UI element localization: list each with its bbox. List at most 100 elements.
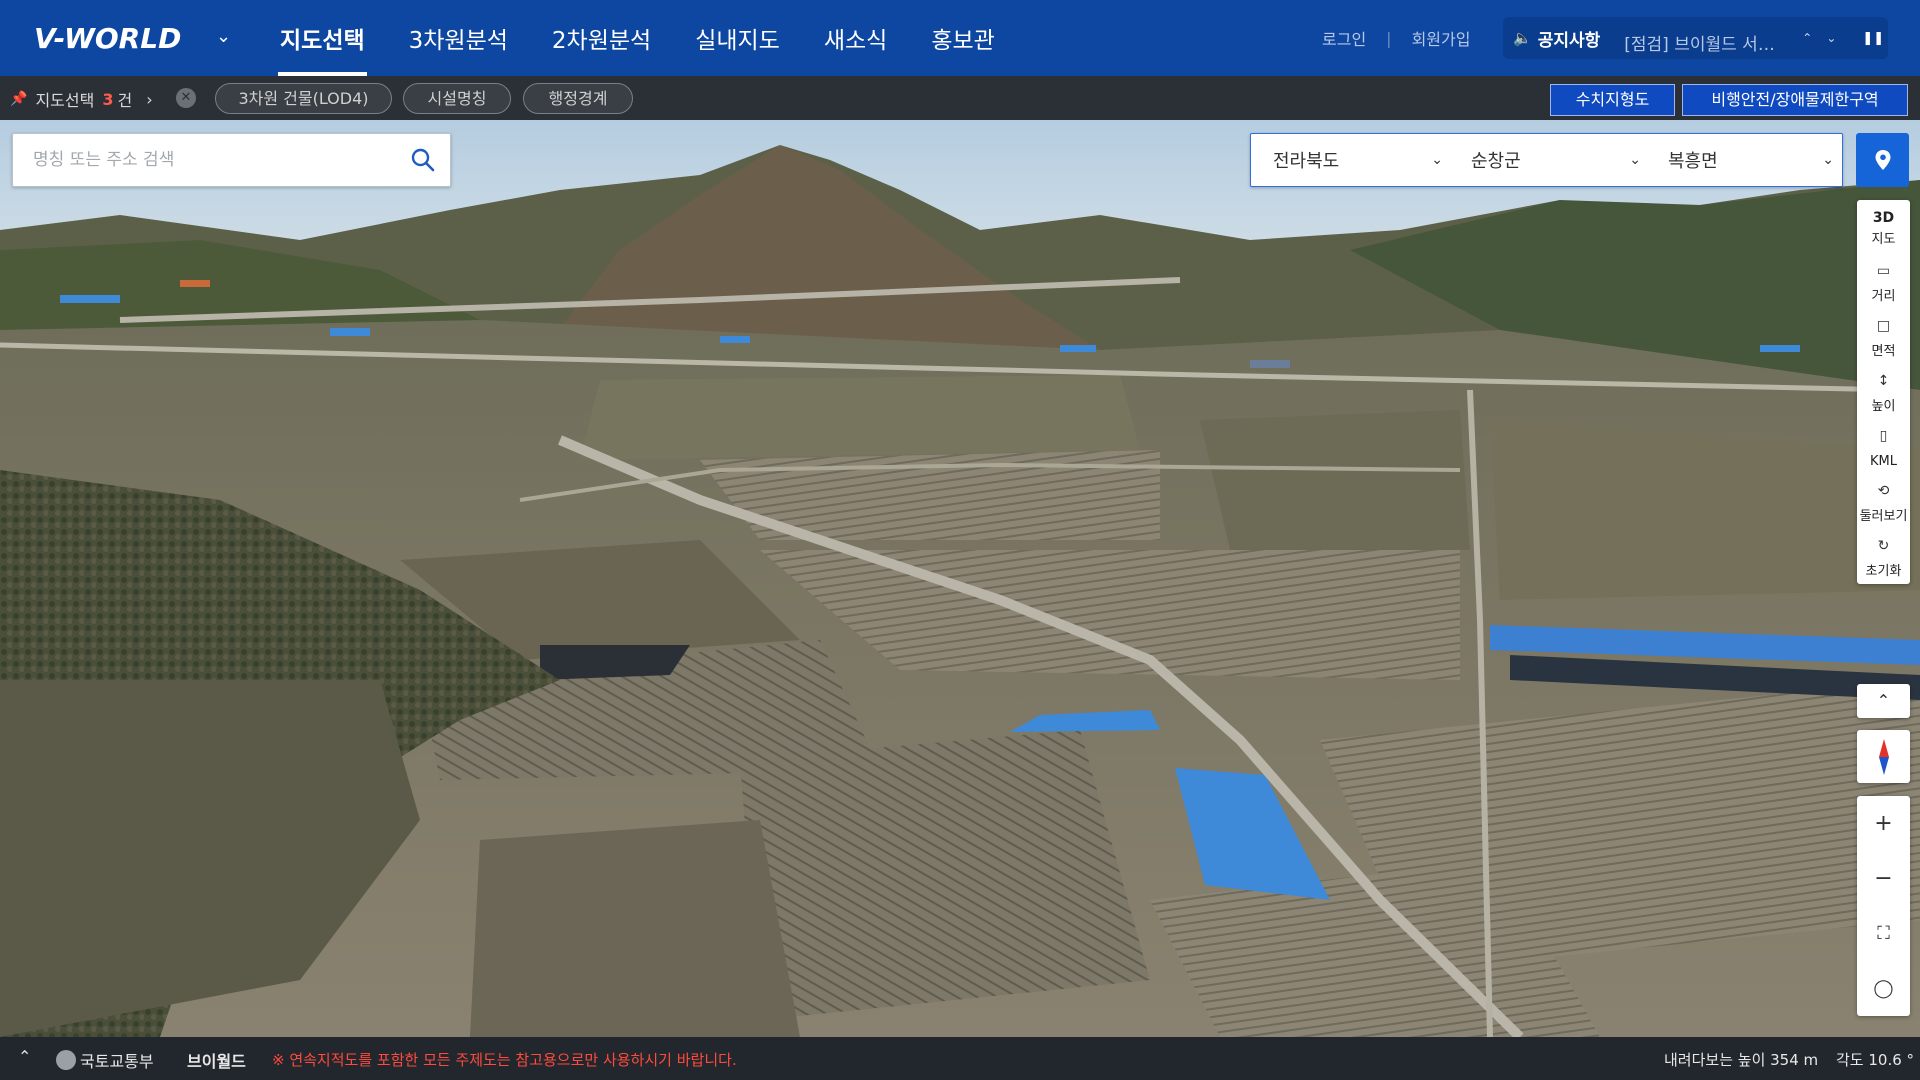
field-plot xyxy=(1200,410,1470,550)
tool-reset[interactable]: ↻ 초기화 xyxy=(1857,530,1910,585)
search-input[interactable] xyxy=(33,134,393,186)
vworld-logo[interactable]: V-WORLD xyxy=(34,22,181,55)
village-roof xyxy=(1760,345,1800,352)
tool-distance[interactable]: ▭ 거리 xyxy=(1857,255,1910,310)
chevron-down-icon: ⌄ xyxy=(1822,152,1834,168)
map-viewport[interactable] xyxy=(0,120,1920,1037)
height-icon: ↕ xyxy=(1877,373,1890,389)
town-value: 복흥면 xyxy=(1668,151,1718,172)
tool-height[interactable]: ↕ 높이 xyxy=(1857,365,1910,420)
town-select[interactable]: 복흥면 ⌄ xyxy=(1668,134,1834,186)
nav-promotion[interactable]: 홍보관 xyxy=(931,0,994,76)
notice-ticker[interactable]: 🔈 공지사항 [점검] 브이월드 서비스 점검 안내 ⌃ ⌄ ❚❚ xyxy=(1503,17,1888,59)
nav-map-select[interactable]: 지도선택 xyxy=(278,0,367,76)
tool-label: 둘러보기 xyxy=(1859,509,1908,524)
chevron-up-icon: ⌃ xyxy=(1876,691,1891,710)
aerial-terrain-view[interactable] xyxy=(0,120,1920,1037)
zoom-controls: + − ⛶ ◯ xyxy=(1857,796,1910,1016)
view-altitude: 내려다보는 높이 354 m xyxy=(1664,1051,1819,1069)
area-icon: □ xyxy=(1876,318,1891,334)
compass-button[interactable] xyxy=(1857,730,1910,783)
pin-icon: 📌 xyxy=(10,91,28,107)
refresh-icon: ↻ xyxy=(1877,538,1890,554)
tool-3d-map[interactable]: 3D 지도 xyxy=(1857,200,1910,255)
brand-name[interactable]: 브이월드 xyxy=(187,1048,246,1072)
chevron-down-icon: ⌄ xyxy=(1431,152,1443,168)
field-plot xyxy=(470,820,800,1037)
tool-map-label: 지도 xyxy=(1871,232,1896,247)
signup-link[interactable]: 회원가입 xyxy=(1412,26,1471,50)
chevron-up-icon[interactable]: ⌃ xyxy=(18,1047,31,1066)
zoom-out-icon[interactable]: − xyxy=(1857,851,1910,906)
field-plot xyxy=(740,730,1150,1020)
map-tool-panel: 3D 지도 ▭ 거리 □ 면적 ↕ 높이 ▯ KML ⟲ 둘러보기 ↻ 초기화 xyxy=(1857,200,1910,584)
tool-label: KML xyxy=(1870,454,1897,469)
notice-label: 공지사항 xyxy=(1537,30,1601,51)
field-plot xyxy=(580,375,1140,460)
mouse-mode-icon[interactable]: ◯ xyxy=(1857,961,1910,1016)
file-icon: ▯ xyxy=(1879,428,1888,444)
compass-icon xyxy=(1878,739,1889,775)
top-navigation-bar: V-WORLD ⌄ 지도선택 3차원분석 2차원분석 실내지도 새소식 홍보관 … xyxy=(0,0,1920,76)
login-link[interactable]: 로그인 xyxy=(1322,26,1366,50)
nav-3d-analysis[interactable]: 3차원분석 xyxy=(409,0,508,76)
disclaimer-text: ※ 연속지적도를 포함한 모든 주제도는 참고용으로만 사용하시기 바랍니다. xyxy=(272,1051,737,1069)
location-button[interactable] xyxy=(1856,133,1909,187)
chevron-down-icon: ⌄ xyxy=(1629,152,1641,168)
chip-facility-names[interactable]: 시설명칭 xyxy=(403,83,511,114)
status-bar: ⌃ 국토교통부 브이월드 ※ 연속지적도를 포함한 모든 주제도는 참고용으로만… xyxy=(0,1037,1920,1080)
chevron-up-icon[interactable]: ⌃ xyxy=(1802,31,1812,45)
ministry-logo[interactable]: 국토교통부 xyxy=(56,1048,154,1072)
chip-admin-boundary[interactable]: 행정경계 xyxy=(523,83,633,114)
region-selector: 전라북도 ⌄ 순창군 ⌄ 복흥면 ⌄ xyxy=(1250,133,1843,187)
province-value: 전라북도 xyxy=(1273,151,1340,172)
tool-kml[interactable]: ▯ KML xyxy=(1857,420,1910,475)
selected-unit: 건 xyxy=(117,91,133,110)
flight-safety-zone-button[interactable]: 비행안전/장애물제한구역 xyxy=(1682,84,1908,116)
pond xyxy=(540,645,690,680)
chevron-down-icon[interactable]: ⌄ xyxy=(1826,31,1836,45)
location-pin-icon xyxy=(1875,150,1890,170)
tool-label: 높이 xyxy=(1871,399,1896,414)
clear-selection-icon[interactable]: ✕ xyxy=(176,88,196,108)
nav-indoor-map[interactable]: 실내지도 xyxy=(695,0,780,76)
speaker-icon: 🔈 xyxy=(1513,29,1532,47)
selected-label: 지도선택 xyxy=(35,91,95,110)
village-roof xyxy=(180,280,210,287)
selected-count: 3 xyxy=(102,89,114,109)
province-select[interactable]: 전라북도 ⌄ xyxy=(1273,134,1443,186)
notice-text[interactable]: [점검] 브이월드 서비스 점검 안내 xyxy=(1624,22,1784,55)
chevron-right-icon[interactable]: › xyxy=(146,90,152,109)
collapse-controls-button[interactable]: ⌃ xyxy=(1857,684,1910,718)
pause-icon[interactable]: ❚❚ xyxy=(1862,31,1884,46)
orbit-icon: ⟲ xyxy=(1877,483,1890,499)
county-value: 순창군 xyxy=(1471,151,1521,172)
ruler-icon: ▭ xyxy=(1876,263,1891,279)
search-icon[interactable] xyxy=(410,147,436,173)
chevron-down-icon[interactable]: ⌄ xyxy=(216,26,231,47)
nav-2d-analysis[interactable]: 2차원분석 xyxy=(552,0,651,76)
fullscreen-icon[interactable]: ⛶ xyxy=(1857,906,1910,961)
account-links: 로그인 | 회원가입 xyxy=(1322,26,1470,50)
selected-layers-summary[interactable]: 📌 지도선택 3 건 › xyxy=(10,87,153,111)
chip-3d-building[interactable]: 3차원 건물(LOD4) xyxy=(215,83,392,114)
village-roof xyxy=(1060,345,1096,352)
village-roof xyxy=(330,328,370,336)
main-nav: 지도선택 3차원분석 2차원분석 실내지도 새소식 홍보관 xyxy=(278,0,1039,76)
zoom-in-icon[interactable]: + xyxy=(1857,796,1910,851)
tool-3d-label: 3D xyxy=(1872,210,1895,226)
tool-label: 거리 xyxy=(1871,289,1896,304)
digital-topographic-map-button[interactable]: 수치지형도 xyxy=(1550,84,1675,116)
tool-label: 면적 xyxy=(1871,344,1896,359)
divider: | xyxy=(1386,28,1392,48)
ministry-name: 국토교통부 xyxy=(80,1052,154,1071)
nav-news[interactable]: 새소식 xyxy=(824,0,887,76)
village-roof xyxy=(720,336,750,343)
tool-area[interactable]: □ 면적 xyxy=(1857,310,1910,365)
county-select[interactable]: 순창군 ⌄ xyxy=(1471,134,1641,186)
village-roof xyxy=(60,295,120,303)
village-roof xyxy=(1250,360,1290,368)
tool-look-around[interactable]: ⟲ 둘러보기 xyxy=(1857,475,1910,530)
layer-selection-bar: 📌 지도선택 3 건 › ✕ 3차원 건물(LOD4) 시설명칭 행정경계 수치… xyxy=(0,76,1920,120)
tool-label: 초기화 xyxy=(1865,564,1902,579)
